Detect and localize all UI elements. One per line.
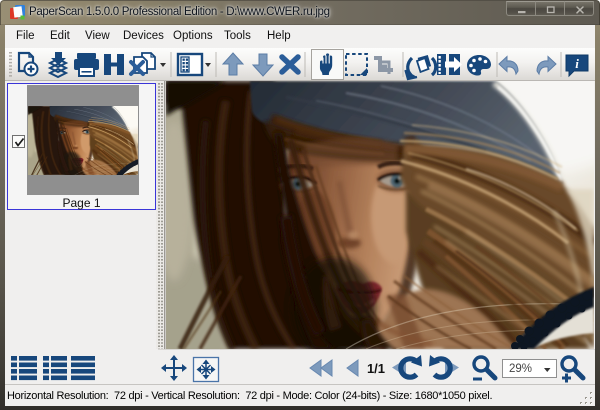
svg-text:1/1: 1/1	[367, 361, 385, 376]
svg-text:i: i	[575, 56, 579, 71]
